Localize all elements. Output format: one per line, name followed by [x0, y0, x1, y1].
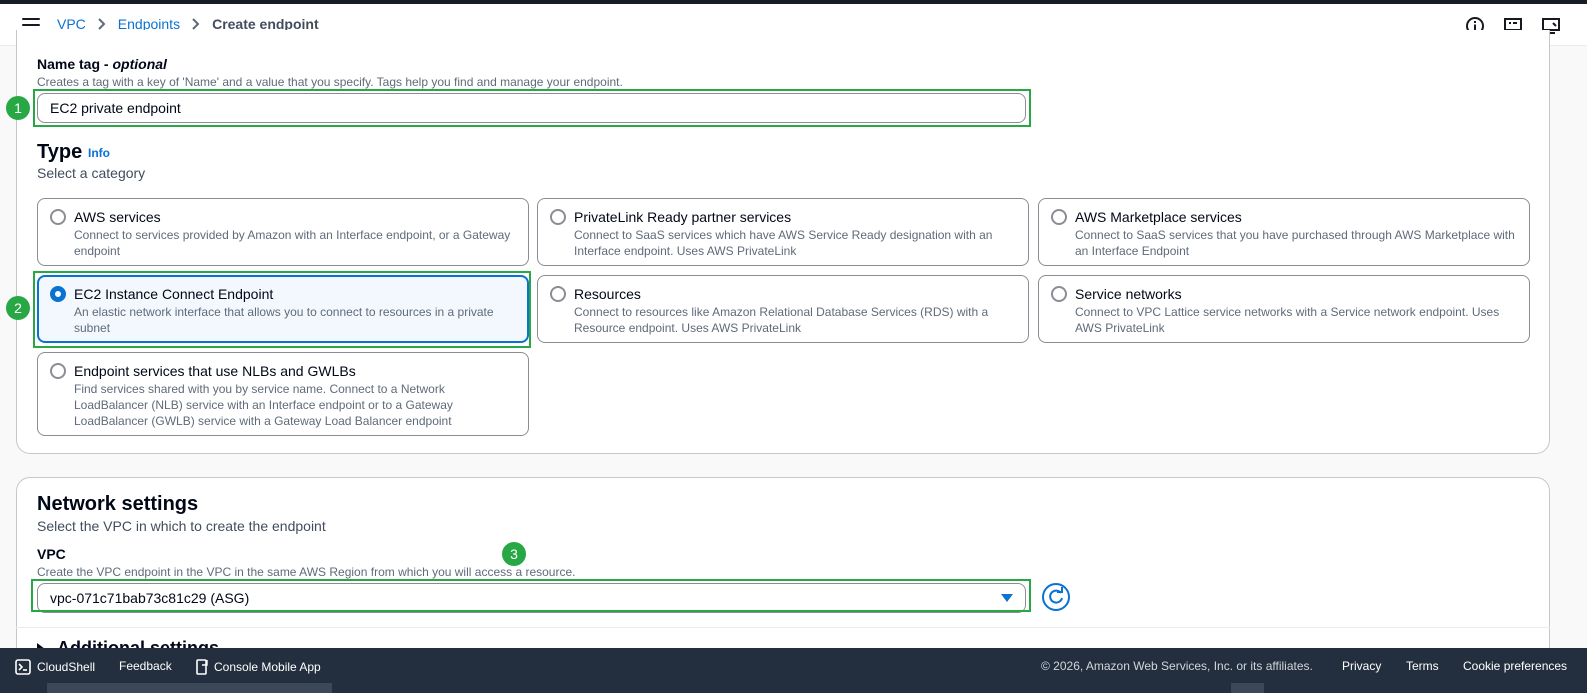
- tile-description: Connect to SaaS services which have AWS …: [574, 228, 993, 258]
- type-info-link[interactable]: Info: [88, 146, 110, 160]
- radio-button[interactable]: [550, 209, 566, 225]
- tile-description: Connect to services provided by Amazon w…: [74, 228, 511, 258]
- annotation-badge-3: 3: [502, 542, 526, 566]
- terminal-icon: [15, 659, 31, 675]
- tile-description: Find services shared with you by service…: [74, 382, 453, 428]
- radio-button[interactable]: [1051, 286, 1067, 302]
- feedback-link[interactable]: Feedback: [119, 659, 172, 673]
- highlight-box-2: [33, 271, 531, 348]
- cloudshell-label: CloudShell: [37, 660, 96, 674]
- type-option-aws-services[interactable]: AWS services Connect to services provide…: [37, 198, 529, 266]
- mobile-app-label: Console Mobile App: [214, 660, 321, 674]
- tile-title: Endpoint services that use NLBs and GWLB…: [74, 363, 356, 379]
- vpc-description: Create the VPC endpoint in the VPC in th…: [37, 565, 576, 579]
- copyright-text: © 2026, Amazon Web Services, Inc. or its…: [1041, 659, 1313, 673]
- vpc-label: VPC: [37, 546, 66, 562]
- radio-button[interactable]: [50, 209, 66, 225]
- section-divider: [16, 627, 1550, 628]
- taskbar-strip: [1231, 683, 1264, 693]
- type-option-marketplace[interactable]: AWS Marketplace services Connect to SaaS…: [1038, 198, 1530, 266]
- network-settings-subtitle: Select the VPC in which to create the en…: [37, 518, 326, 534]
- tile-title: Resources: [574, 286, 641, 302]
- taskbar-strip: [47, 683, 332, 693]
- tile-description: Connect to SaaS services that you have p…: [1075, 228, 1515, 258]
- cookie-preferences-link[interactable]: Cookie preferences: [1463, 659, 1567, 673]
- type-heading: Type: [37, 141, 83, 163]
- tile-description: Connect to resources like Amazon Relatio…: [574, 305, 989, 335]
- type-option-nlb-gwlb-services[interactable]: Endpoint services that use NLBs and GWLB…: [37, 352, 529, 436]
- chevron-right-icon: [192, 18, 200, 30]
- type-option-resources[interactable]: Resources Connect to resources like Amaz…: [537, 275, 1029, 343]
- tile-title: AWS services: [74, 209, 161, 225]
- mobile-icon: [196, 659, 208, 675]
- tile-title: AWS Marketplace services: [1075, 209, 1242, 225]
- type-option-service-networks[interactable]: Service networks Connect to VPC Lattice …: [1038, 275, 1530, 343]
- highlight-box-1: [33, 89, 1031, 127]
- tile-description: Connect to VPC Lattice service networks …: [1075, 305, 1500, 335]
- type-option-privatelink-partner[interactable]: PrivateLink Ready partner services Conne…: [537, 198, 1029, 266]
- network-settings-heading: Network settings: [37, 493, 199, 515]
- tile-title: Service networks: [1075, 286, 1182, 302]
- privacy-link[interactable]: Privacy: [1342, 659, 1381, 673]
- name-tag-label: Name tag - optional: [37, 56, 167, 72]
- type-subtitle: Select a category: [37, 165, 146, 181]
- radio-button[interactable]: [50, 363, 66, 379]
- radio-button[interactable]: [550, 286, 566, 302]
- radio-button[interactable]: [1051, 209, 1067, 225]
- chevron-right-icon: [98, 18, 106, 30]
- refresh-icon[interactable]: [1042, 583, 1070, 611]
- annotation-badge-2: 2: [6, 296, 30, 320]
- annotation-badge-1: 1: [6, 96, 30, 120]
- name-tag-description: Creates a tag with a key of 'Name' and a…: [37, 75, 623, 89]
- terms-link[interactable]: Terms: [1406, 659, 1439, 673]
- cloudshell-button[interactable]: CloudShell: [15, 659, 95, 675]
- highlight-box-3: [31, 579, 1031, 612]
- console-mobile-app-link[interactable]: Console Mobile App: [196, 659, 321, 675]
- tile-title: PrivateLink Ready partner services: [574, 209, 792, 225]
